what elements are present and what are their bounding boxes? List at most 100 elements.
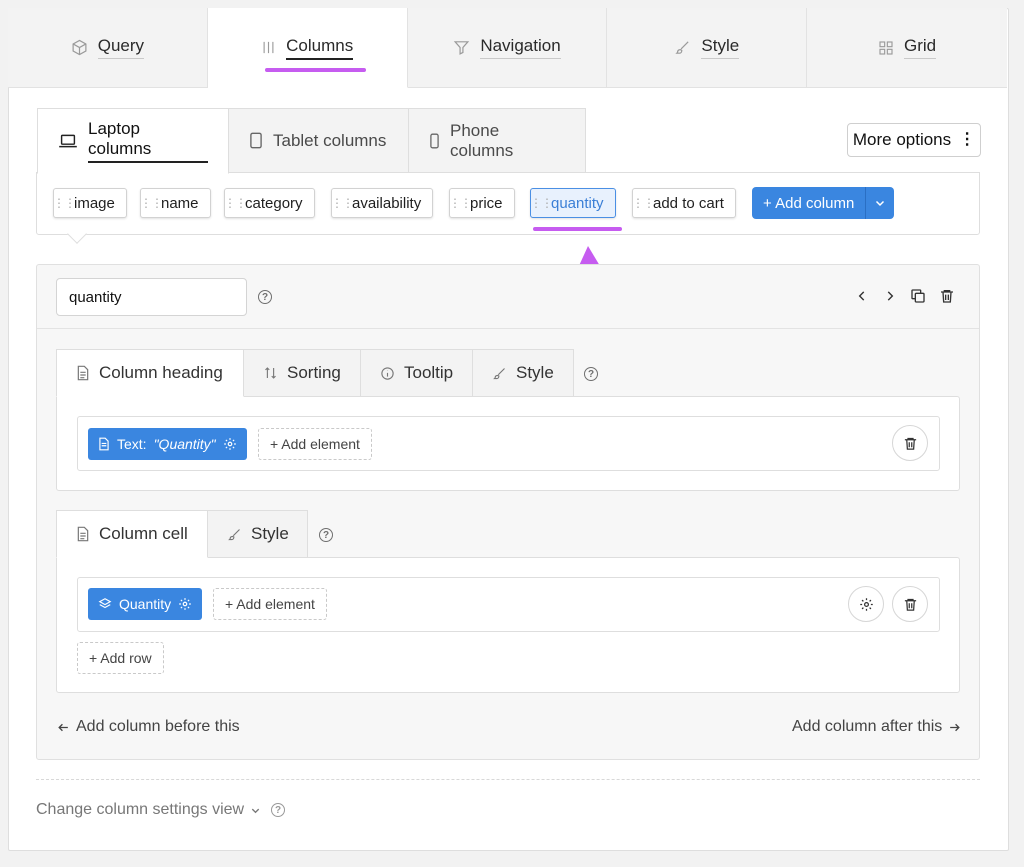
column-chip-availability[interactable]: ⋮⋮ availability [331,188,434,218]
column-chip-label: price [470,194,503,212]
column-chip-label: quantity [551,194,604,212]
chevron-left-icon[interactable] [855,289,869,303]
column-chip-quantity[interactable]: ⋮⋮ quantity [530,188,616,218]
tab-tablet-columns[interactable]: Tablet columns [229,108,409,173]
gear-icon[interactable] [178,597,192,611]
tab-style[interactable]: Style [607,8,808,88]
cell-tab-bar: Column cell Style [56,510,308,558]
tab-grid[interactable]: Grid [807,8,1007,88]
brush-icon [492,366,507,381]
laptop-icon [58,133,78,149]
add-element-button[interactable]: + Add element [258,428,372,460]
delete-row-button[interactable] [892,425,928,461]
tab-column-heading-label: Column heading [99,363,223,382]
duplicate-icon[interactable] [910,288,926,304]
tab-sorting[interactable]: Sorting [244,349,361,397]
trash-icon[interactable] [939,288,955,304]
tab-query[interactable]: Query [8,8,208,88]
add-column-before-link[interactable]: Add column before this [57,718,240,736]
drag-handle-icon[interactable]: ⋮⋮ [331,196,354,210]
heading-tab-bar: Column heading Sorting Tooltip Style [56,349,574,397]
tab-columns[interactable]: Columns [207,8,408,88]
add-element-label: + Add element [270,436,360,452]
column-name-input[interactable] [56,278,247,316]
add-column-after-link[interactable]: Add column after this [792,718,961,736]
document-icon [98,437,110,451]
gear-icon [859,597,874,612]
columns-icon [261,40,276,55]
tab-heading-style-label: Style [516,363,554,382]
tab-tablet-columns-label: Tablet columns [273,130,387,150]
tab-heading-style[interactable]: Style [473,349,574,397]
column-chip-label: add to cart [653,194,724,212]
chevron-down-icon [250,805,261,816]
drag-handle-icon[interactable]: ⋮⋮ [530,196,553,210]
trash-icon [903,436,918,451]
arrow-left-icon [57,721,70,734]
tab-columns-label: Columns [286,36,354,60]
tab-column-heading[interactable]: Column heading [56,349,244,397]
column-chip-label: availability [352,194,422,212]
add-column-label: + Add column [752,187,866,219]
help-icon[interactable]: ? [271,803,286,817]
drag-handle-icon[interactable]: ⋮⋮ [449,196,472,210]
tab-column-cell-label: Column cell [99,524,188,543]
filter-icon [453,39,470,56]
arrow-right-icon [948,721,961,734]
column-chip-price[interactable]: ⋮⋮ price [449,188,515,218]
add-row-label: + Add row [89,650,152,666]
highlight-underline-columns [265,68,366,72]
tab-laptop-columns-label: Laptop columns [88,119,208,163]
kebab-icon: ⋮ [959,131,976,148]
tab-cell-style[interactable]: Style [208,510,308,558]
column-chip-category[interactable]: ⋮⋮ category [224,188,315,218]
cell-row [77,577,940,632]
trash-icon [903,597,918,612]
more-options-button[interactable]: More options ⋮ [847,123,981,157]
add-column-button[interactable]: + Add column [752,187,895,219]
column-chip-name[interactable]: ⋮⋮ name [140,188,211,218]
more-options-label: More options [852,130,952,149]
tab-phone-columns[interactable]: Phone columns [409,108,586,173]
help-icon[interactable]: ? [584,367,598,381]
tab-laptop-columns[interactable]: Laptop columns [37,108,229,174]
tab-style-label: Style [701,36,740,59]
brush-icon [227,527,242,542]
drag-handle-icon[interactable]: ⋮⋮ [140,196,163,210]
row-settings-button[interactable] [848,586,884,622]
change-view-dropdown[interactable]: Change column settings view ? [36,801,286,819]
device-tab-bar: Laptop columns Tablet columns Phone colu… [37,108,586,174]
tab-navigation[interactable]: Navigation [407,8,608,88]
help-icon[interactable]: ? [319,528,333,542]
column-chip-label: name [161,194,199,212]
text-element-prefix: Text: [117,436,147,452]
tab-sorting-label: Sorting [287,363,341,382]
add-row-button[interactable]: + Add row [77,642,164,674]
column-chip-add-to-cart[interactable]: ⋮⋮ add to cart [632,188,736,218]
text-element-button[interactable]: Text: "Quantity" [88,428,247,460]
document-icon [76,526,90,542]
delete-row-button[interactable] [892,586,928,622]
change-view-label: Change column settings view [36,801,245,818]
gear-icon[interactable] [223,437,237,451]
layers-icon [98,597,112,611]
sort-icon [263,365,278,381]
brush-icon [674,39,691,56]
tab-query-label: Query [97,36,145,59]
document-icon [76,365,90,381]
tab-tooltip[interactable]: Tooltip [361,349,473,397]
tab-column-cell[interactable]: Column cell [56,510,208,558]
drag-handle-icon[interactable]: ⋮⋮ [224,196,247,210]
tab-grid-label: Grid [904,36,937,59]
tablet-icon [249,132,263,149]
column-chip-label: image [74,194,115,212]
tab-navigation-label: Navigation [480,36,561,59]
drag-handle-icon[interactable]: ⋮⋮ [632,196,655,210]
add-element-button[interactable]: + Add element [213,588,327,620]
chevron-down-icon[interactable] [865,187,895,219]
column-chip-image[interactable]: ⋮⋮ image [53,188,127,218]
chevron-right-icon[interactable] [883,289,897,303]
quantity-element-button[interactable]: Quantity [88,588,203,620]
drag-handle-icon[interactable]: ⋮⋮ [53,196,76,210]
help-icon[interactable]: ? [258,290,272,304]
